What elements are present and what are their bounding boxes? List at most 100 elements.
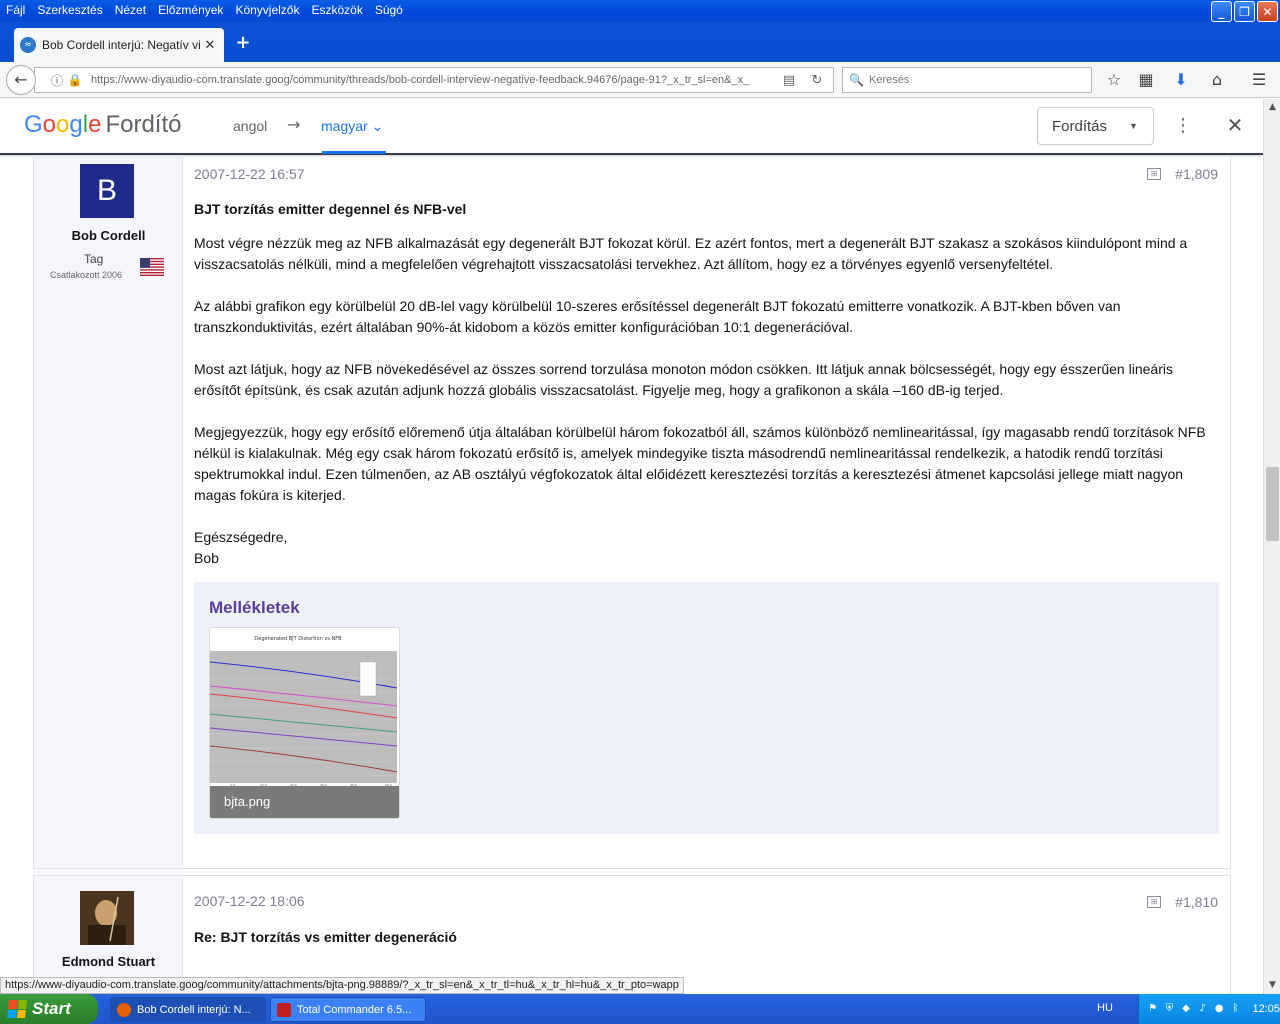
menu-file[interactable]: Fájl: [0, 2, 31, 20]
post-date[interactable]: 2007-12-22 18:06: [194, 893, 305, 909]
library-icon[interactable]: ▦: [1135, 70, 1157, 90]
post-number[interactable]: ⊞ #1,809: [1147, 166, 1218, 182]
system-tray: ⚑ ⛨ ◆ ♪ ● ᛒ 12:05: [1138, 994, 1280, 1024]
taskbar-item-label: Total Commander 6.5...: [297, 1003, 412, 1016]
translate-product-name: Fordító: [105, 111, 182, 138]
post-date[interactable]: 2007-12-22 16:57: [194, 166, 305, 182]
menu-icon[interactable]: ☰: [1248, 70, 1270, 90]
forum-post: B Bob Cordell Tag Csatlakozott 2006 2007…: [33, 157, 1231, 869]
scroll-down-icon[interactable]: ▼: [1264, 977, 1280, 994]
back-button[interactable]: ←: [6, 65, 36, 95]
google-wordmark: Google: [24, 111, 102, 138]
search-input[interactable]: 🔍 Keresés: [842, 67, 1092, 93]
google-translate-bar: Google Fordító angol → magyar ⌄ Fordítás …: [0, 99, 1263, 155]
volume-icon[interactable]: ♪: [1197, 1002, 1209, 1016]
clock[interactable]: 12:05: [1252, 1003, 1280, 1015]
star-icon[interactable]: ☆: [1103, 70, 1125, 90]
taskbar-item-firefox[interactable]: Bob Cordell interjú: N...: [110, 997, 266, 1022]
update-icon[interactable]: ●: [1213, 1002, 1225, 1016]
back-icon: ←: [14, 70, 28, 89]
post-author[interactable]: Edmond Stuart: [34, 954, 183, 969]
translate-button-label: Fordítás: [1052, 117, 1108, 135]
attachments-title: Mellékletek: [209, 598, 300, 617]
post-number[interactable]: ⊞ #1,810: [1147, 894, 1218, 910]
reader-icon[interactable]: ▤: [779, 73, 799, 88]
thumb-chart-title: Degenerated BJT Distortion vs NFB: [254, 636, 342, 642]
windows-taskbar: Start Bob Cordell interjú: N... Total Co…: [0, 994, 1280, 1024]
attachments-box: Mellékletek Degenerated BJT Distortion v…: [194, 582, 1219, 834]
post-title: BJT torzítás emitter degennel és NFB-vel: [194, 201, 467, 217]
scrollbar-thumb[interactable]: [1266, 467, 1279, 541]
info-icon[interactable]: ⓘ: [49, 72, 65, 89]
bluetooth-icon[interactable]: ᛒ: [1230, 1002, 1242, 1016]
target-language-underline: [322, 151, 386, 154]
browser-tab[interactable]: ≈ Bob Cordell interjú: Negatív vi... ✕: [14, 28, 224, 62]
post-body: Most végre nézzük meg az NFB alkalmazásá…: [194, 233, 1222, 569]
post-number-label[interactable]: #1,810: [1175, 894, 1218, 910]
caret-down-icon: ▼: [1129, 121, 1138, 131]
menu-history[interactable]: Előzmények: [152, 2, 229, 20]
navigation-bar: ⓘ 🔒 https://www-diyaudio-com.translate.g…: [0, 62, 1280, 98]
post-paragraph: Megjegyezzük, hogy egy erősítő előremenő…: [194, 424, 1206, 503]
menu-tools[interactable]: Eszközök: [305, 2, 368, 20]
minimize-button[interactable]: _: [1211, 1, 1232, 22]
window-titlebar: Fájl Szerkesztés Nézet Előzmények Könyvj…: [0, 0, 1280, 22]
arrow-right-icon: →: [287, 115, 301, 134]
tab-strip: ≈ Bob Cordell interjú: Negatív vi... ✕ +: [0, 22, 1280, 62]
translate-dropdown-button[interactable]: Fordítás ▼: [1037, 107, 1154, 145]
attachment-filename[interactable]: bjta.png: [210, 786, 399, 818]
restore-button[interactable]: ❐: [1234, 1, 1255, 22]
post-signoff: Egészségedre,: [194, 529, 288, 545]
search-placeholder: Keresés: [869, 74, 910, 86]
menu-view[interactable]: Nézet: [109, 2, 152, 20]
taskbar-item-total-commander[interactable]: Total Commander 6.5...: [270, 997, 426, 1022]
lock-warning-icon[interactable]: 🔒: [67, 73, 83, 87]
page-content: B Bob Cordell Tag Csatlakozott 2006 2007…: [0, 157, 1263, 995]
close-translate-bar-icon[interactable]: ✕: [1224, 113, 1246, 137]
download-icon[interactable]: ⬇: [1170, 70, 1192, 90]
avatar[interactable]: B: [80, 164, 134, 218]
firefox-icon: [117, 1002, 131, 1017]
menu-edit[interactable]: Szerkesztés: [31, 2, 108, 20]
user-role: Tag: [84, 252, 104, 266]
site-favicon-icon: ≈: [20, 37, 36, 53]
target-language-select[interactable]: magyar ⌄: [321, 118, 383, 135]
attachment-chart-image: Degenerated BJT Distortion vs NFB 0.0 10…: [210, 628, 399, 788]
post-paragraph: Most végre nézzük meg az NFB alkalmazásá…: [194, 235, 1188, 272]
close-window-button[interactable]: ✕: [1257, 1, 1278, 22]
start-button[interactable]: Start: [0, 994, 98, 1024]
tab-title: Bob Cordell interjú: Negatív vi...: [42, 38, 202, 52]
url-bar[interactable]: ⓘ 🔒 https://www-diyaudio-com.translate.g…: [34, 67, 834, 93]
reload-icon[interactable]: ↻: [807, 73, 827, 88]
status-bar-url: https://www-diyaudio-com.translate.goog/…: [0, 977, 684, 994]
share-icon[interactable]: ⊞: [1147, 896, 1162, 908]
window-controls: _ ❐ ✕: [1211, 1, 1278, 22]
menu-bookmarks[interactable]: Könyvjelzők: [229, 2, 305, 20]
scroll-up-icon[interactable]: ▲: [1264, 99, 1280, 116]
url-text[interactable]: https://www-diyaudio-com.translate.goog/…: [91, 74, 771, 86]
shield-icon[interactable]: ⛨: [1164, 1002, 1176, 1016]
language-indicator[interactable]: HU: [1097, 1002, 1113, 1014]
chevron-down-icon: ⌄: [371, 118, 384, 134]
security-icon[interactable]: ◆: [1180, 1002, 1192, 1016]
tab-close-icon[interactable]: ✕: [202, 38, 218, 53]
menu-bar: Fájl Szerkesztés Nézet Előzmények Könyvj…: [0, 2, 409, 20]
start-label: Start: [32, 999, 71, 1018]
attachment-thumbnail[interactable]: Degenerated BJT Distortion vs NFB 0.0 10…: [209, 627, 400, 819]
home-icon[interactable]: ⌂: [1206, 70, 1228, 90]
menu-help[interactable]: Súgó: [369, 2, 409, 20]
vertical-scrollbar[interactable]: ▲ ▼: [1263, 99, 1280, 994]
post-author[interactable]: Bob Cordell: [34, 228, 183, 243]
share-icon[interactable]: ⊞: [1147, 168, 1162, 180]
source-language[interactable]: angol: [233, 118, 267, 134]
more-options-icon[interactable]: ⋮: [1174, 115, 1192, 136]
post-paragraph: Az alábbi grafikon egy körülbelül 20 dB-…: [194, 298, 1121, 335]
post-number-label[interactable]: #1,809: [1175, 166, 1218, 182]
post-title: Re: BJT torzítás vs emitter degeneráció: [194, 929, 457, 945]
network-icon[interactable]: ⚑: [1147, 1002, 1159, 1016]
floppy-icon: [277, 1002, 291, 1017]
post-paragraph: Most azt látjuk, hogy az NFB növekedésév…: [194, 361, 1173, 398]
avatar[interactable]: [80, 891, 134, 945]
us-flag-icon: [140, 258, 164, 276]
new-tab-button[interactable]: +: [232, 32, 254, 54]
